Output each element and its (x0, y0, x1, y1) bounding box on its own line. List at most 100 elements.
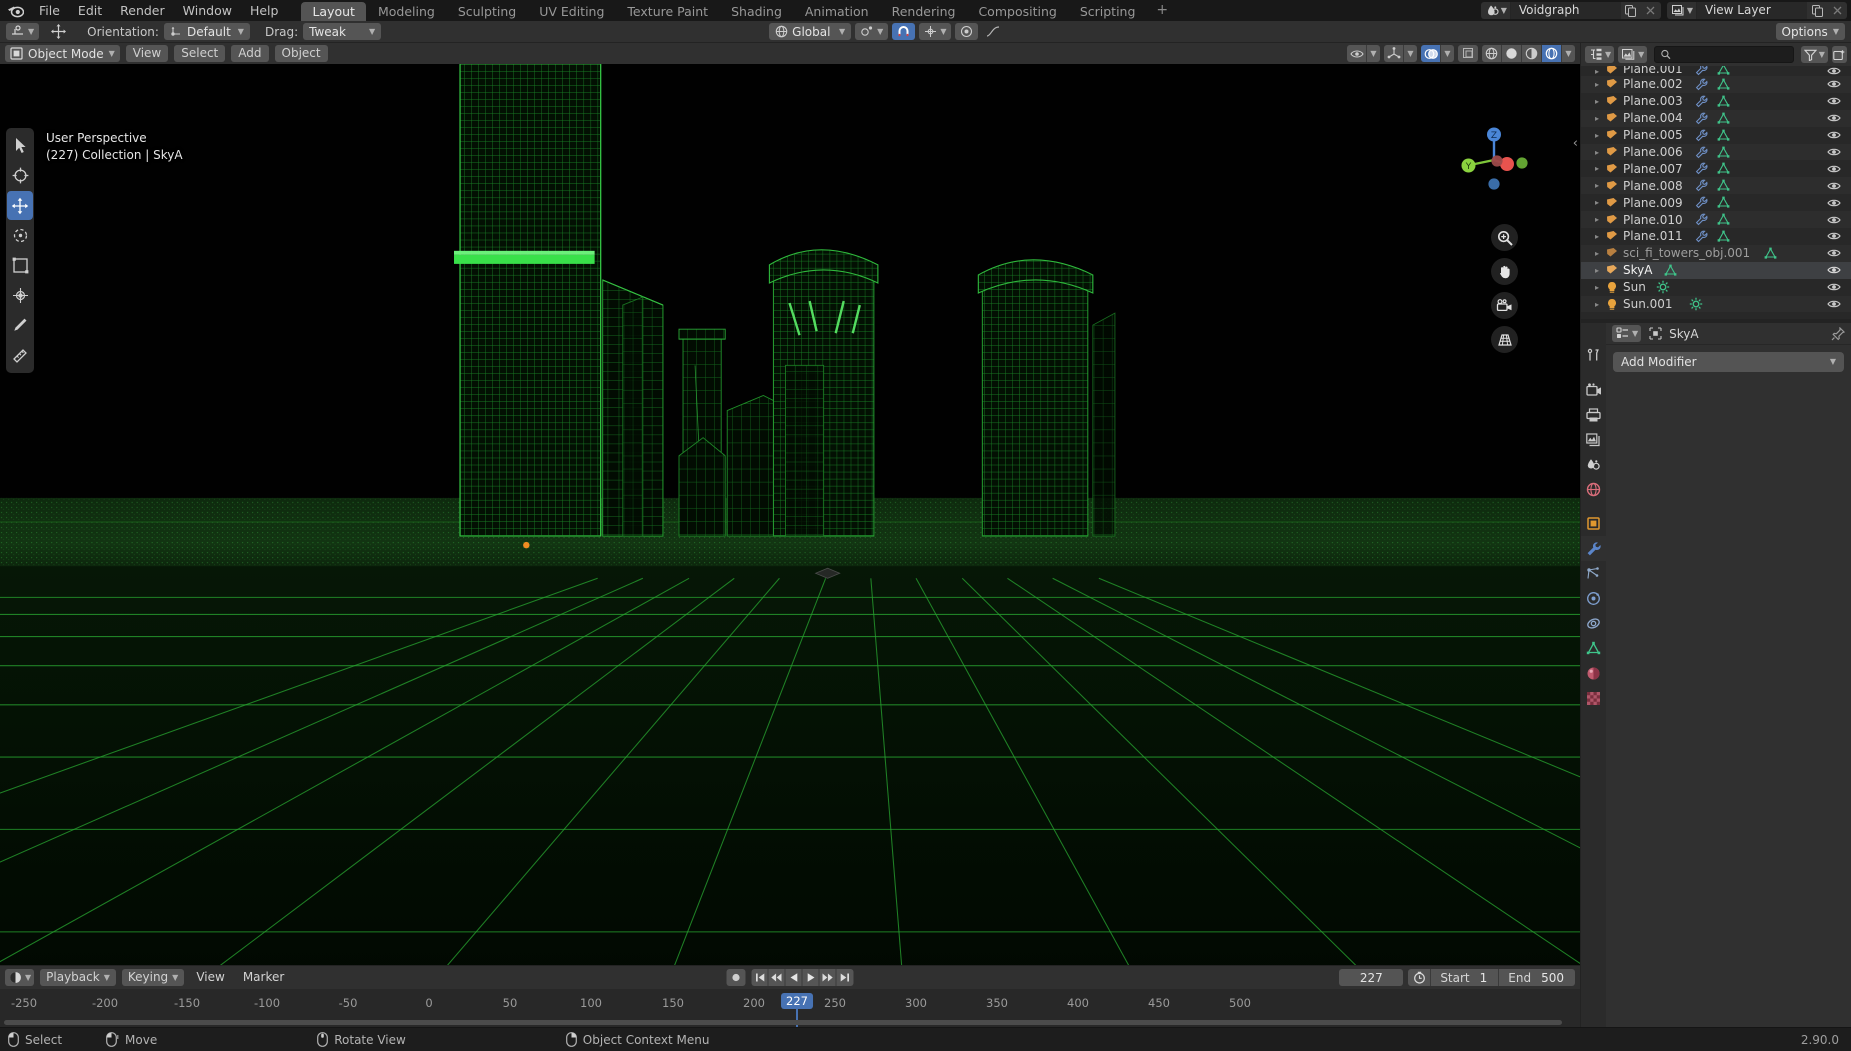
scene-close-icon[interactable] (1640, 2, 1661, 19)
add-workspace-button[interactable]: + (1147, 2, 1177, 21)
scene-icon[interactable]: ▼ (1480, 2, 1511, 19)
tab-output[interactable] (1581, 402, 1606, 427)
eye-icon[interactable] (1827, 245, 1841, 262)
timeline-menu-view[interactable]: View (190, 969, 230, 986)
object-name[interactable]: Plane.008 (1621, 179, 1683, 193)
tab-sculpting[interactable]: Sculpting (447, 2, 527, 21)
viewport-menu-add[interactable]: Add (231, 45, 269, 62)
expand-arrow-icon[interactable]: ▸ (1591, 80, 1603, 89)
auto-key-clock-icon[interactable] (1408, 971, 1430, 984)
rotate-tool-icon[interactable] (7, 221, 33, 250)
measure-tool-icon[interactable] (7, 341, 33, 370)
list-item[interactable]: ▸ Plane.002 (1581, 76, 1851, 93)
current-frame-field[interactable]: 227 (1339, 969, 1404, 986)
expand-arrow-icon[interactable]: ▸ (1591, 249, 1603, 258)
menu-window[interactable]: Window (174, 0, 241, 21)
view-layer-name[interactable]: View Layer (1697, 2, 1807, 19)
eye-icon[interactable] (1827, 279, 1841, 296)
shading-solid-icon[interactable] (1502, 45, 1522, 62)
transform-arrows-icon[interactable] (44, 23, 72, 40)
eye-icon[interactable] (1827, 160, 1841, 177)
object-name[interactable]: Plane.006 (1621, 145, 1683, 159)
shading-wireframe-icon[interactable] (1482, 45, 1502, 62)
tab-physics[interactable] (1581, 586, 1606, 611)
list-item[interactable]: ▸ sci_fi_towers_obj.001 (1581, 244, 1851, 262)
proportional-edit-toggle[interactable] (955, 23, 979, 40)
shading-dropdown[interactable]: ▼ (1562, 45, 1575, 62)
jump-end-icon[interactable] (836, 969, 854, 986)
expand-arrow-icon[interactable]: ▸ (1591, 148, 1603, 157)
falloff-curve-icon[interactable] (982, 25, 1004, 38)
camera-icon[interactable] (1491, 292, 1518, 319)
list-item[interactable]: ▸ Plane.007 (1581, 160, 1851, 177)
list-item[interactable]: ▸ Plane.011 (1581, 228, 1851, 245)
outliner-display-mode-button[interactable]: ▼ (1618, 46, 1648, 63)
tab-texture-paint[interactable]: Texture Paint (616, 2, 719, 21)
list-item[interactable]: ▸ Sun.001 (1581, 295, 1851, 313)
menu-edit[interactable]: Edit (69, 0, 111, 21)
play-reverse-icon[interactable] (785, 969, 803, 986)
object-name[interactable]: Plane.004 (1621, 111, 1683, 125)
snap-settings-dropdown[interactable]: ▼ (919, 23, 952, 40)
object-name[interactable]: Sun.001 (1621, 297, 1673, 311)
expand-arrow-icon[interactable]: ▸ (1591, 181, 1603, 190)
search-input[interactable] (1676, 47, 1787, 62)
zoom-icon[interactable] (1491, 224, 1518, 251)
start-frame-value[interactable]: 1 (1478, 971, 1499, 985)
scene-duplicate-icon[interactable] (1620, 2, 1641, 19)
tab-world[interactable] (1581, 477, 1606, 502)
expand-arrow-icon[interactable]: ▸ (1591, 131, 1603, 140)
timeline-menu-marker[interactable]: Marker (237, 969, 290, 986)
list-item-skya[interactable]: ▸ SkyA (1581, 261, 1851, 279)
overlays-icon[interactable] (1421, 45, 1441, 62)
object-name[interactable]: sci_fi_towers_obj.001 (1621, 246, 1750, 260)
gizmo-dropdown[interactable]: ▼ (1404, 45, 1417, 62)
tab-layout[interactable]: Layout (301, 2, 366, 21)
tab-animation[interactable]: Animation (794, 2, 880, 21)
prev-keyframe-icon[interactable] (768, 969, 786, 986)
outliner-list[interactable]: ▸ Plane.001 ▸ Plane.002 ▸ Plane.003 ▸ Pl… (1581, 66, 1851, 319)
list-item[interactable]: ▸ Plane.003 (1581, 93, 1851, 110)
tab-shading[interactable]: Shading (720, 2, 793, 21)
tab-scene[interactable] (1581, 452, 1606, 477)
object-name[interactable]: Plane.011 (1621, 229, 1683, 243)
outliner-editor-type-button[interactable]: ▼ (1585, 46, 1615, 63)
expand-arrow-icon[interactable]: ▸ (1591, 67, 1603, 76)
drag-dropdown[interactable]: Tweak ▼ (303, 23, 382, 40)
sidebar-collapse-arrow-icon[interactable]: ‹ (1573, 136, 1578, 151)
add-modifier-button[interactable]: Add Modifier ▼ (1613, 352, 1844, 372)
object-name[interactable]: SkyA (1621, 263, 1652, 277)
list-item[interactable]: ▸ Plane.010 (1581, 211, 1851, 229)
pin-icon[interactable] (1831, 326, 1845, 341)
eye-icon[interactable] (1827, 127, 1841, 144)
blender-logo-icon[interactable] (0, 3, 30, 18)
object-name[interactable]: Plane.001 (1621, 66, 1683, 76)
view-layer-duplicate-icon[interactable] (1807, 2, 1827, 19)
object-name[interactable]: Plane.007 (1621, 162, 1683, 176)
viewport-menu-view[interactable]: View (125, 45, 169, 62)
expand-arrow-icon[interactable]: ▸ (1591, 114, 1603, 123)
select-box-tool-icon[interactable] (7, 131, 33, 160)
object-name[interactable]: Plane.010 (1621, 213, 1683, 227)
timeline-scrollbar[interactable] (4, 1020, 1562, 1025)
shading-material-preview-icon[interactable] (1522, 45, 1542, 62)
view-layer-icon[interactable]: ▼ (1666, 2, 1697, 19)
viewport-3d[interactable]: User Perspective (227) Collection | SkyA (0, 64, 1580, 965)
expand-arrow-icon[interactable]: ▸ (1591, 266, 1603, 275)
timeline-menu-keying[interactable]: Keying ▼ (121, 969, 185, 986)
record-icon[interactable] (726, 969, 746, 986)
tab-uv-editing[interactable]: UV Editing (528, 2, 615, 21)
object-name[interactable]: Sun (1621, 280, 1646, 294)
list-item[interactable]: ▸ Sun (1581, 279, 1851, 296)
eye-icon[interactable] (1827, 144, 1841, 161)
transform-tool-icon[interactable] (7, 281, 33, 310)
scene-selector[interactable]: ▼ Voidgraph (1480, 2, 1661, 19)
perspective-grid-icon[interactable] (1491, 326, 1518, 353)
viewport-menu-object[interactable]: Object (274, 45, 328, 62)
play-icon[interactable] (802, 969, 820, 986)
eye-icon[interactable] (1347, 45, 1367, 62)
list-item[interactable]: ▸ Plane.009 (1581, 194, 1851, 211)
outliner-filter-button[interactable]: ▼ (1800, 46, 1828, 63)
xray-icon[interactable] (1458, 45, 1478, 62)
timeline-menu-playback[interactable]: Playback ▼ (40, 969, 116, 986)
